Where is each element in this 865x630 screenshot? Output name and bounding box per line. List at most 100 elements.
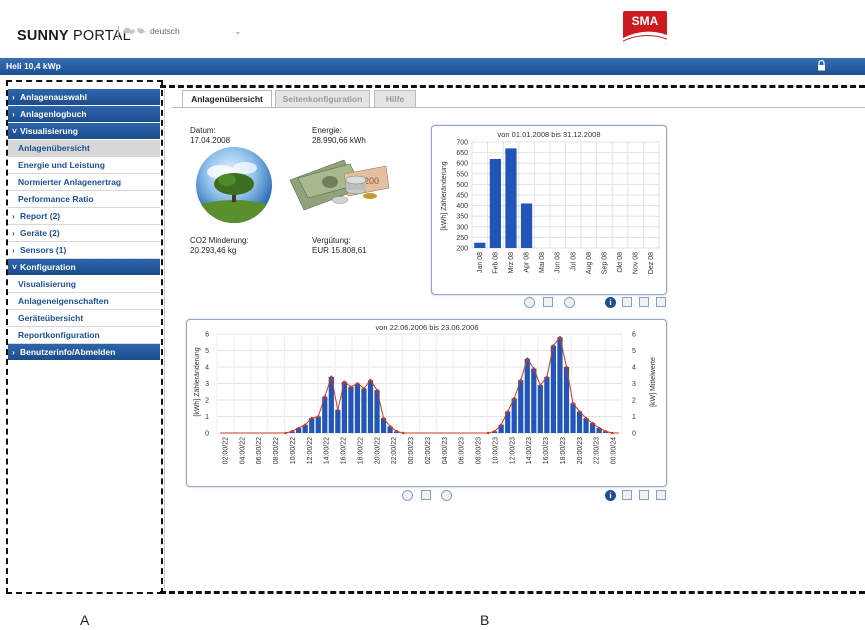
sidebar-item[interactable]: Geräteübersicht bbox=[8, 310, 160, 327]
calendar-icon[interactable] bbox=[543, 297, 553, 307]
chevron-right-icon: › bbox=[12, 92, 15, 102]
chevron-down-icon: ˅ bbox=[12, 126, 17, 136]
y-tick-label: 400 bbox=[456, 203, 468, 210]
export-icon[interactable] bbox=[639, 490, 649, 500]
y2-axis-label: [kW] Mittelwerte bbox=[650, 357, 657, 407]
sidebar-item[interactable]: Visualisierung bbox=[8, 276, 160, 293]
x-tick-label: 06:00/22 bbox=[256, 437, 263, 464]
sidebar-item[interactable]: › Sensors (1) bbox=[8, 242, 160, 259]
curve-point bbox=[316, 415, 320, 418]
curve-point bbox=[539, 383, 542, 387]
sidebar-item[interactable]: Anlagenübersicht bbox=[8, 140, 160, 157]
tab-hilfe[interactable]: Hilfe bbox=[374, 90, 416, 107]
chevron-right-icon: › bbox=[12, 211, 15, 221]
bar bbox=[531, 368, 537, 433]
daily-energy-chart-panel: von 22.06.2006 bis 23.06.2006 0 0 1 1 2 2 3 3 4 4 5… bbox=[186, 319, 667, 487]
x-tick-label: Jun 08 bbox=[555, 252, 562, 273]
sidebar-item-label: Konfiguration bbox=[20, 262, 76, 272]
bar bbox=[550, 345, 557, 433]
print-icon[interactable] bbox=[622, 297, 632, 307]
language-selector[interactable]: deutsch bbox=[150, 26, 180, 36]
calendar-icon[interactable] bbox=[421, 490, 431, 500]
curve-point bbox=[571, 402, 575, 405]
bar bbox=[557, 337, 563, 433]
chevron-down-icon[interactable]: ⌄ bbox=[234, 27, 242, 37]
fullscreen-icon[interactable] bbox=[656, 297, 666, 307]
curve-point bbox=[343, 380, 346, 384]
divider bbox=[164, 89, 165, 589]
sidebar-item-label: Visualisierung bbox=[20, 126, 78, 136]
next-icon[interactable] bbox=[441, 490, 452, 501]
bar bbox=[354, 383, 361, 433]
sidebar-item[interactable]: ˅ Konfiguration bbox=[8, 259, 160, 276]
sunny-portal-logo[interactable]: SUNNY PORTAL bbox=[17, 28, 131, 44]
y-axis-label: [kWh] Zähleränderung bbox=[194, 347, 201, 416]
tab-anlagenuebersicht[interactable]: Anlagenübersicht bbox=[182, 90, 272, 107]
navigation-sidebar: › Anlagenauswahl › Anlagenlogbuch ˅ Visualisi… bbox=[8, 89, 160, 361]
bar bbox=[576, 411, 583, 433]
info-icon[interactable]: i bbox=[605, 297, 616, 308]
payment-value: EUR 15.808,61 bbox=[312, 246, 367, 255]
caption-a: A bbox=[80, 612, 90, 628]
bar bbox=[489, 158, 501, 248]
curve-point bbox=[597, 426, 601, 430]
x-tick-label: Mai 08 bbox=[539, 252, 546, 273]
bar bbox=[520, 203, 533, 248]
y-tick-label: 1 bbox=[205, 414, 209, 421]
sidebar-item-label: Normierter Anlagenertrag bbox=[18, 177, 122, 187]
co2-value: 20.293,46 kg bbox=[190, 246, 237, 255]
sma-logo: SMA bbox=[623, 11, 667, 44]
next-icon[interactable] bbox=[564, 297, 575, 308]
export-icon[interactable] bbox=[639, 297, 649, 307]
y-tick-label: 700 bbox=[456, 140, 468, 147]
sidebar-item-label: Report (2) bbox=[20, 211, 61, 221]
sidebar-item[interactable]: › Anlagenlogbuch bbox=[8, 106, 160, 123]
info-icon[interactable]: i bbox=[605, 490, 616, 501]
x-tick-label: 04:00/23 bbox=[442, 437, 449, 464]
sidebar-item[interactable]: Normierter Anlagenertrag bbox=[8, 174, 160, 191]
sidebar-item-label: Anlagenlogbuch bbox=[20, 109, 87, 119]
x-tick-label: Apr 08 bbox=[524, 252, 531, 273]
sidebar-item[interactable]: › Benutzerinfo/Abmelden bbox=[8, 344, 160, 361]
sidebar-item[interactable]: › Anlagenauswahl bbox=[8, 89, 160, 106]
y-tick-label: 4 bbox=[205, 365, 209, 372]
sidebar-item[interactable]: ˅ Visualisierung bbox=[8, 123, 160, 140]
curve-point bbox=[512, 397, 516, 400]
curve-point bbox=[506, 410, 509, 413]
sidebar-item[interactable]: Performance Ratio bbox=[8, 191, 160, 208]
bar bbox=[511, 398, 517, 433]
bar bbox=[518, 380, 524, 433]
x-tick-label: 22:00/22 bbox=[391, 437, 398, 464]
curve-point bbox=[493, 430, 496, 433]
sidebar-item[interactable]: › Report (2) bbox=[8, 208, 160, 225]
y2-tick-label: 6 bbox=[632, 332, 636, 339]
x-tick-label: 14:00/22 bbox=[324, 437, 331, 464]
svg-text:200: 200 bbox=[364, 176, 379, 186]
sidebar-item-label: Geräteübersicht bbox=[18, 313, 84, 323]
x-tick-label: 18:00/22 bbox=[357, 437, 364, 464]
sidebar-item-label: Reportkonfiguration bbox=[18, 330, 100, 340]
lock-icon[interactable] bbox=[817, 60, 826, 71]
curve-point bbox=[297, 426, 300, 430]
sidebar-item[interactable]: Reportkonfiguration bbox=[8, 327, 160, 344]
tab-seitenkonfiguration[interactable]: Seitenkonfiguration bbox=[275, 90, 370, 107]
curve-point bbox=[303, 423, 307, 427]
fullscreen-icon[interactable] bbox=[656, 490, 666, 500]
x-tick-label: Okt 08 bbox=[617, 252, 624, 273]
sidebar-item[interactable]: Anlageneigenschaften bbox=[8, 293, 160, 310]
globe-icon bbox=[123, 27, 145, 34]
x-tick-label: 04:00/22 bbox=[239, 437, 246, 464]
prev-icon[interactable] bbox=[524, 297, 535, 308]
chart-title: von 22.06.2006 bis 23.06.2006 bbox=[375, 323, 478, 332]
sidebar-item[interactable]: › Geräte (2) bbox=[8, 225, 160, 242]
y-tick-label: 550 bbox=[456, 171, 468, 178]
chevron-right-icon: › bbox=[12, 228, 15, 238]
prev-icon[interactable] bbox=[402, 490, 413, 501]
y-axis-label: [kWh] Zähleränderung bbox=[441, 161, 448, 230]
tree-image bbox=[196, 147, 272, 224]
print-icon[interactable] bbox=[622, 490, 632, 500]
curve-point bbox=[336, 408, 340, 412]
sidebar-item[interactable]: Energie und Leistung bbox=[8, 157, 160, 174]
x-tick-label: 16:00/22 bbox=[341, 437, 348, 464]
x-tick-label: Dez 08 bbox=[648, 252, 655, 274]
